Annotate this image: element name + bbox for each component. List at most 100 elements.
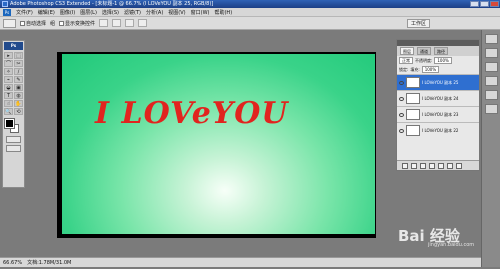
show-transform-checkbox[interactable] (59, 20, 65, 26)
document-size: 文档:1.78M/31.0M (27, 260, 72, 266)
gradient-tool-icon[interactable]: ◍ (14, 92, 23, 99)
title-bar: Adobe Photoshop CS3 Extended - [未标题-1 @ … (0, 0, 500, 8)
layer-thumbnail (406, 109, 420, 120)
layer-row[interactable]: I LOVeYOU 副本 24 (397, 90, 479, 106)
window-controls (470, 1, 499, 7)
brush-tool-icon[interactable]: ✎ (14, 76, 23, 83)
menu-view[interactable]: 视图(V) (168, 9, 185, 16)
new-layer-icon[interactable] (447, 162, 453, 169)
show-transform-option[interactable]: 显示变换控件 (59, 20, 95, 27)
layer-thumbnail (406, 77, 420, 88)
tab-paths[interactable]: 路径 (434, 47, 448, 55)
eraser-tool-icon[interactable]: ▣ (14, 84, 23, 91)
delete-layer-icon[interactable] (456, 162, 462, 169)
eye-icon[interactable] (399, 128, 404, 133)
layers-panel-tabs: 图层 通道 路径 (397, 46, 479, 56)
lock-fill-row: 锁定: 填充: 100% (397, 65, 479, 74)
options-bar: 自动选择 组 显示变换控件 工作区 (0, 17, 500, 30)
healing-tool-icon[interactable]: ⌁ (4, 76, 13, 83)
dock-swatches-icon[interactable] (484, 76, 498, 86)
lasso-tool-icon[interactable]: ⌒ (4, 60, 13, 67)
blend-opacity-row: 正常 不透明度: 100% (397, 56, 479, 65)
foreground-color-swatch[interactable] (4, 118, 15, 129)
opacity-label: 不透明度: (415, 57, 433, 63)
dock-history-icon[interactable] (484, 48, 498, 58)
layer-style-icon[interactable] (411, 162, 417, 169)
right-panel-dock (481, 30, 500, 267)
distribute-button[interactable] (138, 19, 148, 27)
align-bottom-button[interactable] (125, 19, 135, 27)
opacity-field[interactable]: 100% (434, 57, 452, 64)
blend-mode-select[interactable]: 正常 (399, 57, 413, 64)
dock-info-icon[interactable] (484, 104, 498, 114)
eye-icon[interactable] (399, 96, 404, 101)
layer-mode-select[interactable]: 组 (50, 20, 55, 27)
color-swatches (3, 118, 24, 134)
auto-select-option[interactable]: 自动选择 (20, 20, 46, 27)
menu-help[interactable]: 帮助(H) (214, 9, 232, 16)
move-tool-icon[interactable]: ▸ (4, 52, 13, 59)
adjustment-layer-icon[interactable] (429, 162, 435, 169)
eye-icon[interactable] (399, 112, 404, 117)
layer-name: I LOVeYOU 副本 24 (422, 95, 459, 101)
lock-label: 锁定: (399, 66, 409, 72)
layer-thumbnail (406, 125, 420, 136)
layer-mask-icon[interactable] (420, 162, 426, 169)
screen-mode-button[interactable] (6, 145, 21, 152)
zoom-level[interactable]: 66.67% (3, 260, 22, 266)
layer-row[interactable]: I LOVeYOU 副本 23 (397, 106, 479, 122)
menu-edit[interactable]: 编辑(E) (38, 9, 55, 16)
status-bar: 66.67% 文档:1.78M/31.0M (0, 257, 481, 267)
marquee-tool-icon[interactable]: ⬚ (14, 52, 23, 59)
tools-panel: Ps ▸ ⬚ ⌒ ✂ ✧ ∕ ⌁ ✎ ◒ ▣ T ◍ ☝ ✋ 🔍 ⟲ (2, 40, 25, 188)
menu-window[interactable]: 窗口(W) (191, 9, 210, 16)
layer-name: I LOVeYOU 副本 25 (422, 79, 459, 85)
menu-bar: Ps 文件(F) 编辑(E) 图像(I) 图层(L) 选择(S) 滤镜(T) 分… (0, 8, 500, 17)
zoom-tool-icon[interactable]: 🔍 (4, 108, 13, 115)
menu-layer[interactable]: 图层(L) (80, 9, 97, 16)
slice-tool-icon[interactable]: ∕ (14, 68, 23, 75)
close-button[interactable] (490, 1, 499, 7)
artwork-text-layer[interactable]: I LOVeYOU (95, 96, 289, 131)
layer-row[interactable]: I LOVeYOU 副本 22 (397, 122, 479, 138)
new-group-icon[interactable] (438, 162, 444, 169)
quick-mask-button[interactable] (6, 136, 21, 143)
tool-grid: ▸ ⬚ ⌒ ✂ ✧ ∕ ⌁ ✎ ◒ ▣ T ◍ ☝ ✋ 🔍 ⟲ (3, 51, 24, 116)
pan-tool-icon[interactable]: ✋ (14, 100, 23, 107)
photoshop-app-icon (2, 1, 8, 7)
watermark-url: jingyan.baidu.com (428, 242, 475, 248)
tab-layers[interactable]: 图层 (400, 47, 414, 55)
layers-panel: 图层 通道 路径 正常 不透明度: 100% 锁定: 填充: 100% I LO… (396, 39, 480, 171)
tab-channels[interactable]: 通道 (417, 47, 431, 55)
auto-select-checkbox[interactable] (20, 20, 25, 26)
maximize-button[interactable] (480, 1, 489, 7)
crop-tool-icon[interactable]: ✂ (14, 60, 23, 67)
layers-panel-footer (397, 160, 479, 170)
fill-field[interactable]: 100% (421, 66, 440, 73)
dock-navigator-icon[interactable] (484, 34, 498, 44)
layer-row[interactable]: I LOVeYOU 副本 25 (397, 74, 479, 90)
menu-select[interactable]: 选择(S) (102, 9, 119, 16)
eye-icon[interactable] (399, 80, 404, 85)
rotate-view-tool-icon[interactable]: ⟲ (14, 108, 23, 115)
dock-styles-icon[interactable] (484, 90, 498, 100)
layer-thumbnail (406, 93, 420, 104)
clone-stamp-tool-icon[interactable]: ◒ (4, 84, 13, 91)
dock-color-icon[interactable] (484, 62, 498, 72)
align-middle-button[interactable] (112, 19, 122, 27)
menu-analysis[interactable]: 分析(A) (146, 9, 163, 16)
minimize-button[interactable] (470, 1, 479, 7)
workspace-button[interactable]: 工作区 (406, 18, 430, 28)
tool-preset-picker[interactable] (3, 18, 16, 28)
hand-tool-icon[interactable]: ☝ (4, 100, 13, 107)
document-canvas[interactable]: I LOVeYOU (62, 54, 375, 234)
menu-image[interactable]: 图像(I) (60, 9, 75, 16)
ps-menu-logo-icon: Ps (3, 8, 11, 16)
magic-wand-tool-icon[interactable]: ✧ (4, 68, 13, 75)
type-tool-icon[interactable]: T (4, 92, 13, 99)
align-top-button[interactable] (99, 19, 109, 27)
menu-filter[interactable]: 滤镜(T) (124, 9, 141, 16)
link-layers-icon[interactable] (402, 162, 408, 169)
menu-file[interactable]: 文件(F) (16, 9, 33, 16)
window-title: Adobe Photoshop CS3 Extended - [未标题-1 @ … (10, 1, 214, 7)
